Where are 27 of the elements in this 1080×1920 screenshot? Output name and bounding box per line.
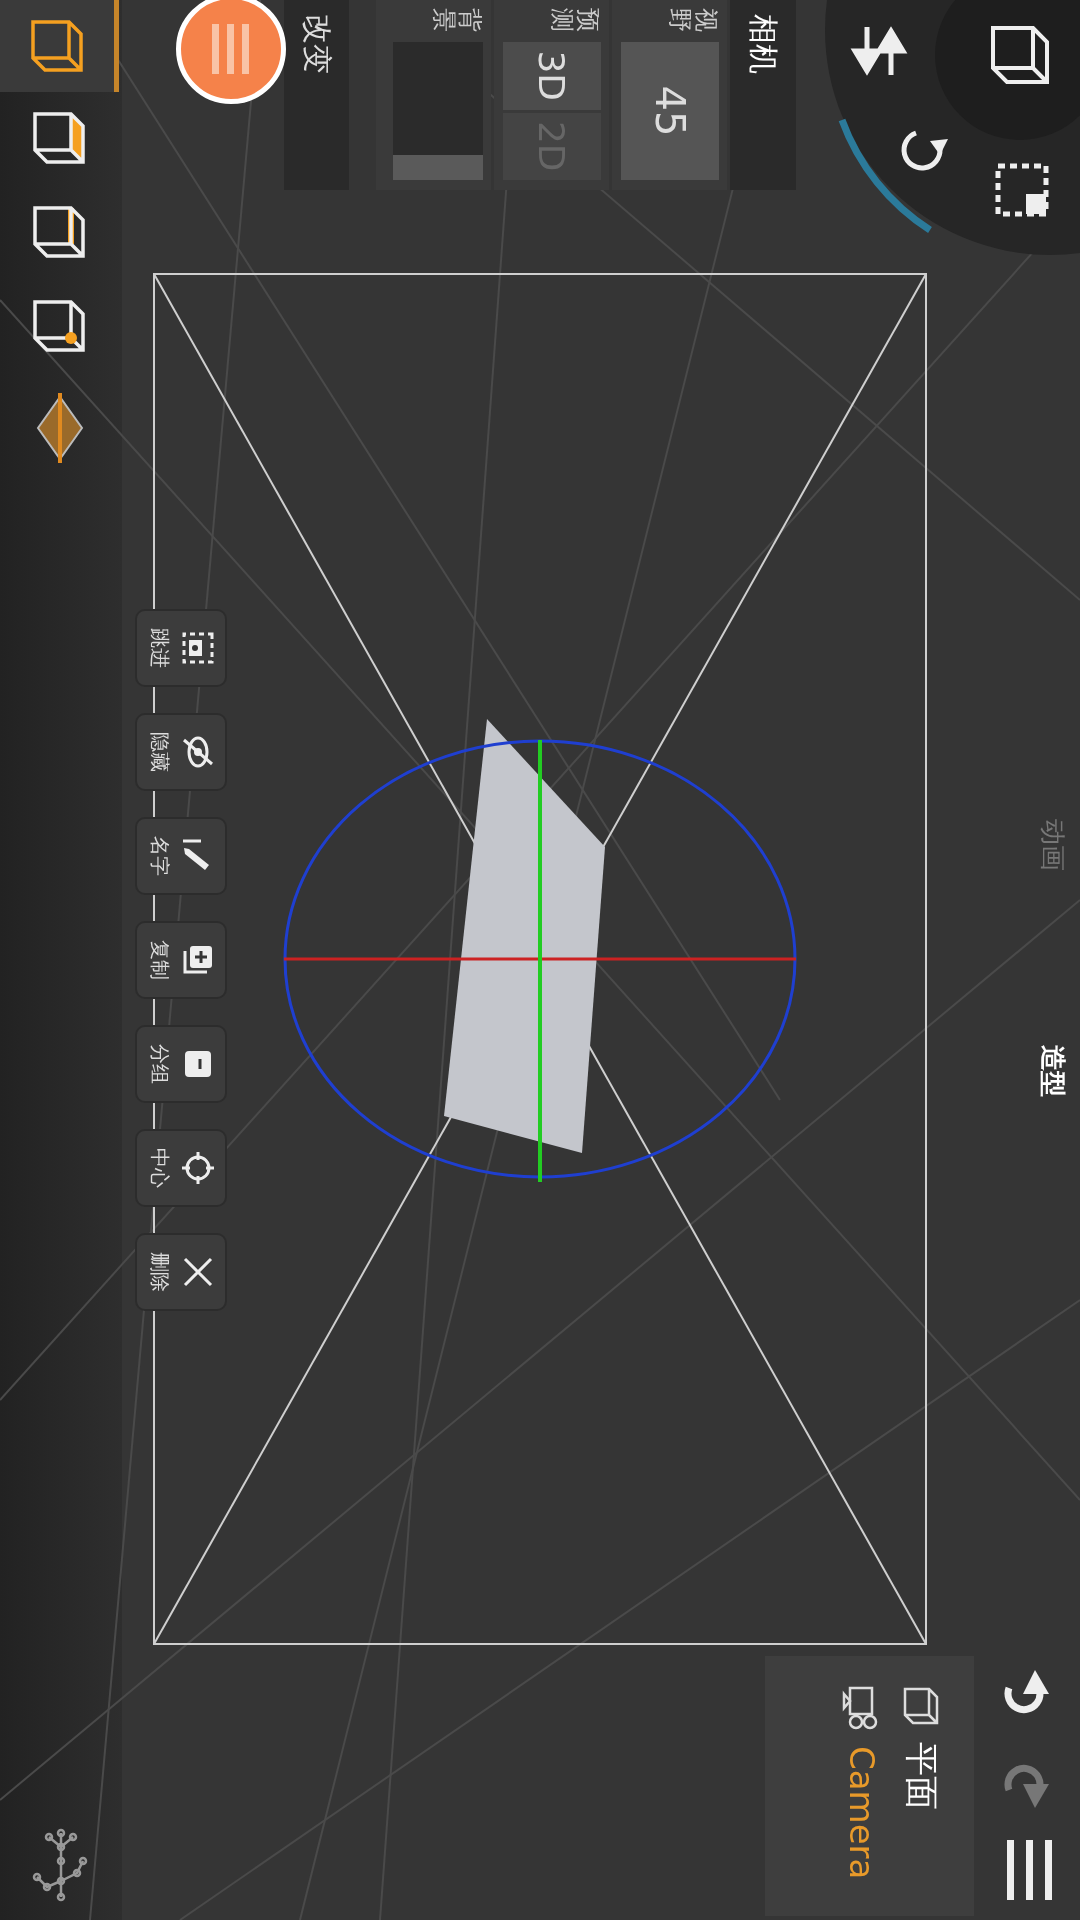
tool-button[interactable]: 复制 xyxy=(135,921,227,999)
hidden-eye-icon xyxy=(181,735,216,769)
cube-icon xyxy=(901,1686,941,1726)
tool-button[interactable]: 分组 xyxy=(135,1025,227,1103)
tool-button[interactable]: 删除 xyxy=(135,1233,227,1311)
field-label: 预测 xyxy=(548,8,601,34)
transform-button[interactable]: 改变 xyxy=(284,0,349,190)
tool-button[interactable]: 中心 xyxy=(135,1129,227,1207)
tool-button[interactable]: 跳进 xyxy=(135,609,227,687)
snap-diamond-icon[interactable] xyxy=(35,393,85,463)
tool-button[interactable]: 名字 xyxy=(135,817,227,895)
crosshair-icon xyxy=(181,1151,216,1185)
rotation-gizmo[interactable] xyxy=(283,739,797,1179)
projection-option[interactable]: 3D xyxy=(503,42,601,110)
tool-button[interactable]: 隐藏 xyxy=(135,713,227,791)
plane-mesh[interactable] xyxy=(444,719,605,1153)
menu-icon xyxy=(211,24,251,74)
outliner-item[interactable]: 平面 xyxy=(898,1686,944,1916)
panel-title: 相机 xyxy=(730,0,796,190)
outliner-item[interactable]: Camera xyxy=(842,1686,882,1916)
mode-tab[interactable]: 造型 xyxy=(1033,1041,1073,1101)
field-label: 视野 xyxy=(666,8,719,34)
field-label: 背景 xyxy=(430,8,483,34)
fov-field[interactable]: 45 xyxy=(621,42,719,180)
focus-icon xyxy=(181,631,216,665)
menu-icon[interactable] xyxy=(1004,1840,1054,1900)
background-swatch[interactable] xyxy=(393,42,483,180)
